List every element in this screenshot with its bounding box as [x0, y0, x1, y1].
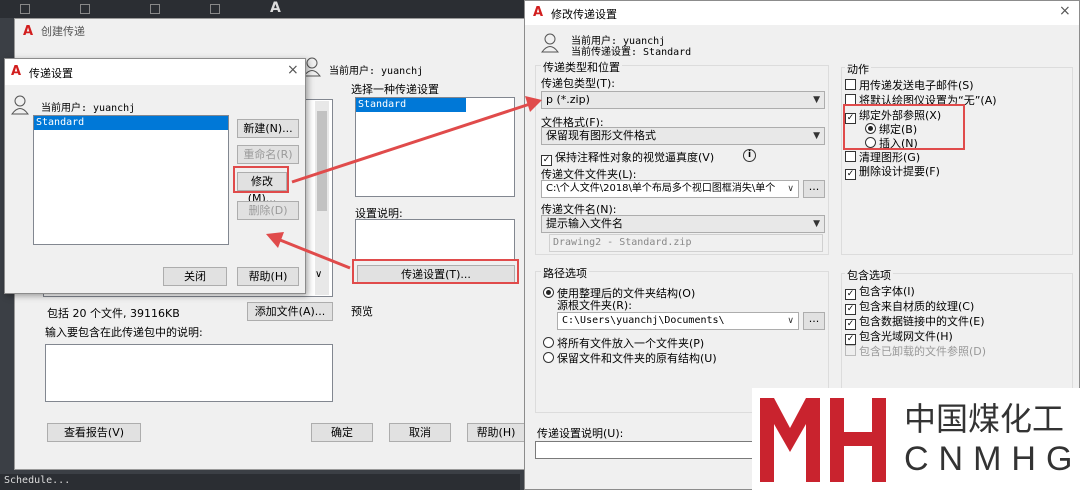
arrow-to-modify-dialog	[291, 96, 542, 184]
watermark-latin: CNMHG	[904, 440, 1080, 478]
arrow-to-setups-dialog	[266, 232, 351, 270]
watermark: 中国煤化工 CNMHG	[752, 388, 1080, 490]
watermark-chinese: 中国煤化工	[904, 400, 1065, 438]
watermark-logo	[760, 398, 886, 482]
